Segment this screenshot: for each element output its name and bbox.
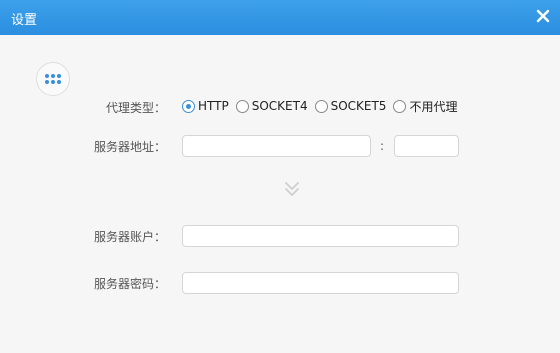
server-account-label: 服务器账户： [93, 230, 166, 244]
close-icon[interactable] [536, 9, 550, 23]
port-separator: : [380, 139, 385, 153]
radio-button[interactable] [235, 99, 249, 113]
server-port-input[interactable] [394, 135, 459, 157]
radio-button[interactable] [314, 99, 328, 113]
window-title: 设置 [11, 13, 38, 28]
server-account-input[interactable] [182, 225, 459, 247]
title-bar: 设置 [0, 0, 560, 35]
radio-button[interactable] [393, 99, 407, 113]
server-password-label: 服务器密码： [93, 277, 166, 291]
radio-button-checked[interactable] [182, 99, 195, 113]
radio-label-socket5: SOCKET5 [330, 99, 387, 113]
server-address-label: 服务器地址： [93, 140, 166, 154]
radio-label-socket4: SOCKET4 [251, 99, 308, 113]
radio-socket5[interactable]: SOCKET5 [314, 99, 387, 113]
proxy-type-radio-group: HTTP SOCKET4 SOCKET5 不用代理 [182, 97, 464, 115]
app-menu-button[interactable] [36, 62, 70, 96]
radio-socket4[interactable]: SOCKET4 [235, 99, 308, 113]
chevron-double-down-icon[interactable] [284, 180, 300, 198]
grid-dots-icon [45, 74, 61, 84]
server-address-input[interactable] [182, 135, 371, 157]
radio-http[interactable]: HTTP [182, 99, 229, 113]
radio-no-proxy[interactable]: 不用代理 [393, 98, 457, 115]
server-password-input[interactable] [182, 272, 459, 294]
proxy-type-label: 代理类型： [105, 101, 166, 115]
radio-label-no-proxy: 不用代理 [409, 99, 458, 114]
radio-label-http: HTTP [198, 99, 229, 113]
